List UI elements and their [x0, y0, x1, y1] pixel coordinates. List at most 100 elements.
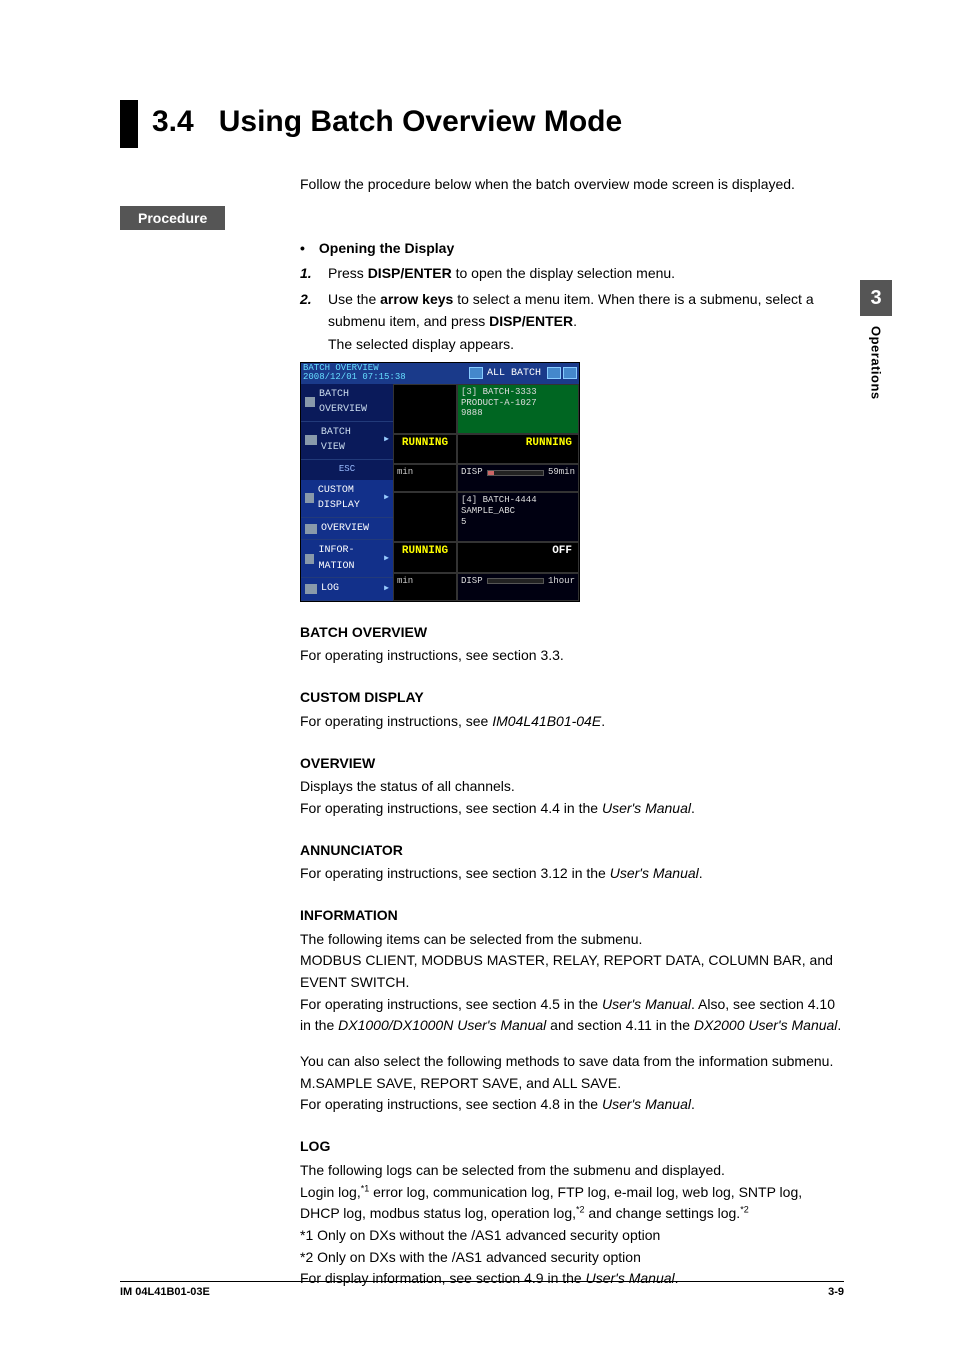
sidebar-item-log[interactable]: LOG ▶: [301, 578, 393, 601]
progress-bar: [487, 578, 544, 584]
text: Press: [328, 265, 368, 281]
status-icon: [469, 367, 483, 379]
sidebar-item-custom-display[interactable]: CUSTOM DISPLAY ▶: [301, 480, 393, 518]
section-head: LOG: [300, 1136, 844, 1158]
chevron-right-icon: ▶: [384, 583, 389, 595]
line: Displays the status of all channels.: [300, 776, 844, 798]
page-number: 3-9: [828, 1286, 844, 1298]
section-annunciator: ANNUNCIATOR For operating instructions, …: [300, 840, 844, 885]
line: You can also select the following method…: [300, 1051, 844, 1094]
label: OVERVIEW: [321, 521, 369, 537]
chapter-label: Operations: [869, 326, 884, 400]
line: For operating instructions, see section …: [300, 994, 844, 1037]
section-head: OVERVIEW: [300, 753, 844, 775]
text: .: [601, 713, 605, 729]
batch-4-header: [4] BATCH-4444 SAMPLE_ABC 5: [457, 492, 579, 542]
section-head: INFORMATION: [300, 905, 844, 927]
disp-row-1: DISP 59min: [457, 464, 579, 492]
title-text: 3.4 Using Batch Overview Mode: [152, 100, 622, 148]
footnote-1: *1 Only on DXs without the /AS1 advanced…: [300, 1225, 844, 1247]
running-status-right: RUNNING: [457, 434, 579, 465]
section-title: 3.4 Using Batch Overview Mode: [120, 100, 844, 148]
footnote-2: *2 Only on DXs with the /AS1 advanced se…: [300, 1247, 844, 1269]
doc-ref: IM04L41B01-04E: [492, 713, 601, 729]
intro-text: Follow the procedure below when the batc…: [300, 176, 844, 192]
time-value: 1hour: [548, 576, 575, 587]
batch-value: 5: [461, 517, 575, 528]
window-icon: [563, 367, 577, 379]
sidebar-item-batch-overview[interactable]: BATCH OVERVIEW: [301, 384, 393, 422]
footnote-ref: *2: [576, 1205, 585, 1215]
batch-3-header: [3] BATCH-3333 PRODUCT-A-1027 9888: [457, 384, 579, 434]
text: .: [837, 1017, 841, 1033]
title-line2: 2008/12/01 07:15:38: [303, 373, 467, 382]
section-head: CUSTOM DISPLAY: [300, 687, 844, 709]
chevron-right-icon: ▶: [384, 492, 389, 504]
page: 3 Operations 3.4 Using Batch Overview Mo…: [0, 0, 954, 1350]
footnote-ref: *2: [740, 1205, 749, 1215]
line: For operating instructions, see section …: [300, 798, 844, 820]
chevron-right-icon: ▶: [384, 434, 389, 446]
text: .: [691, 1096, 695, 1112]
disp-label: DISP: [461, 467, 483, 478]
sidebar-item-overview[interactable]: OVERVIEW: [301, 518, 393, 541]
key-name: DISP/ENTER: [368, 265, 452, 281]
empty-cell: [393, 384, 457, 434]
disp-label: DISP: [461, 576, 483, 587]
label: BATCH VIEW: [321, 425, 380, 456]
section-heading: Using Batch Overview Mode: [219, 105, 622, 138]
batch-id: [3] BATCH-3333: [461, 387, 575, 398]
text: For operating instructions, see section …: [300, 996, 602, 1012]
line: Login log,*1 error log, communication lo…: [300, 1182, 844, 1225]
section-body: For operating instructions, see section …: [300, 645, 844, 667]
sidebar-item-batch-view[interactable]: BATCH VIEW ▶: [301, 422, 393, 460]
text: .: [691, 800, 695, 816]
label: INFOR- MATION: [318, 543, 380, 574]
step-number: 1.: [300, 263, 328, 285]
text: Use the: [328, 291, 380, 307]
doc-ref: User's Manual: [602, 800, 691, 816]
list-icon: [305, 397, 315, 407]
section-overview: OVERVIEW Displays the status of all chan…: [300, 753, 844, 820]
opening-heading: • Opening the Display: [300, 238, 844, 260]
section-body: For operating instructions, see IM04L41B…: [300, 711, 844, 733]
step-body: Use the arrow keys to select a menu item…: [328, 289, 844, 356]
log-icon: [305, 584, 317, 594]
time-value: 59min: [548, 467, 575, 478]
step-1: 1. Press DISP/ENTER to open the display …: [300, 263, 844, 285]
sidebar-item-information[interactable]: INFOR- MATION▶: [301, 540, 393, 578]
card-icon: [305, 435, 317, 445]
section-head: BATCH OVERVIEW: [300, 622, 844, 644]
text: For operating instructions, see section …: [300, 800, 602, 816]
camera-icon: [547, 367, 561, 379]
screenshot-main: [3] BATCH-3333 PRODUCT-A-1027 9888 RUNNI…: [393, 384, 579, 601]
section-custom-display: CUSTOM DISPLAY For operating instruction…: [300, 687, 844, 732]
running-status-left: RUNNING: [393, 434, 457, 465]
product-name: SAMPLE_ABC: [461, 506, 575, 517]
product-name: PRODUCT-A-1027: [461, 398, 575, 409]
side-tab: 3 Operations: [860, 280, 892, 400]
section-information: INFORMATION The following items can be s…: [300, 905, 844, 1116]
step-body: Press DISP/ENTER to open the display sel…: [328, 263, 844, 285]
content-body: • Opening the Display 1. Press DISP/ENTE…: [300, 238, 844, 1290]
page-footer: IM 04L41B01-03E 3-9: [120, 1281, 844, 1298]
step-sub: The selected display appears.: [328, 334, 844, 356]
grid-icon: [305, 493, 314, 503]
min-label-2: min: [393, 573, 457, 601]
screenshot-title: BATCH OVERVIEW 2008/12/01 07:15:38: [303, 364, 467, 383]
label: CUSTOM DISPLAY: [318, 483, 380, 514]
line: For operating instructions, see section …: [300, 1094, 844, 1116]
doc-ref: DX2000 User's Manual: [694, 1017, 838, 1033]
line: MODBUS CLIENT, MODBUS MASTER, RELAY, REP…: [300, 950, 844, 993]
off-status: OFF: [457, 542, 579, 573]
empty-cell: [393, 492, 457, 542]
doc-ref: User's Manual: [602, 996, 691, 1012]
doc-ref: User's Manual: [610, 865, 699, 881]
section-body: For operating instructions, see section …: [300, 863, 844, 885]
doc-ref: DX1000/DX1000N User's Manual: [338, 1017, 546, 1033]
min-label: min: [393, 464, 457, 492]
key-name: DISP/ENTER: [489, 313, 573, 329]
step-2: 2. Use the arrow keys to select a menu i…: [300, 289, 844, 356]
sidebar-esc[interactable]: ESC: [301, 460, 393, 480]
label: LOG: [321, 581, 339, 597]
